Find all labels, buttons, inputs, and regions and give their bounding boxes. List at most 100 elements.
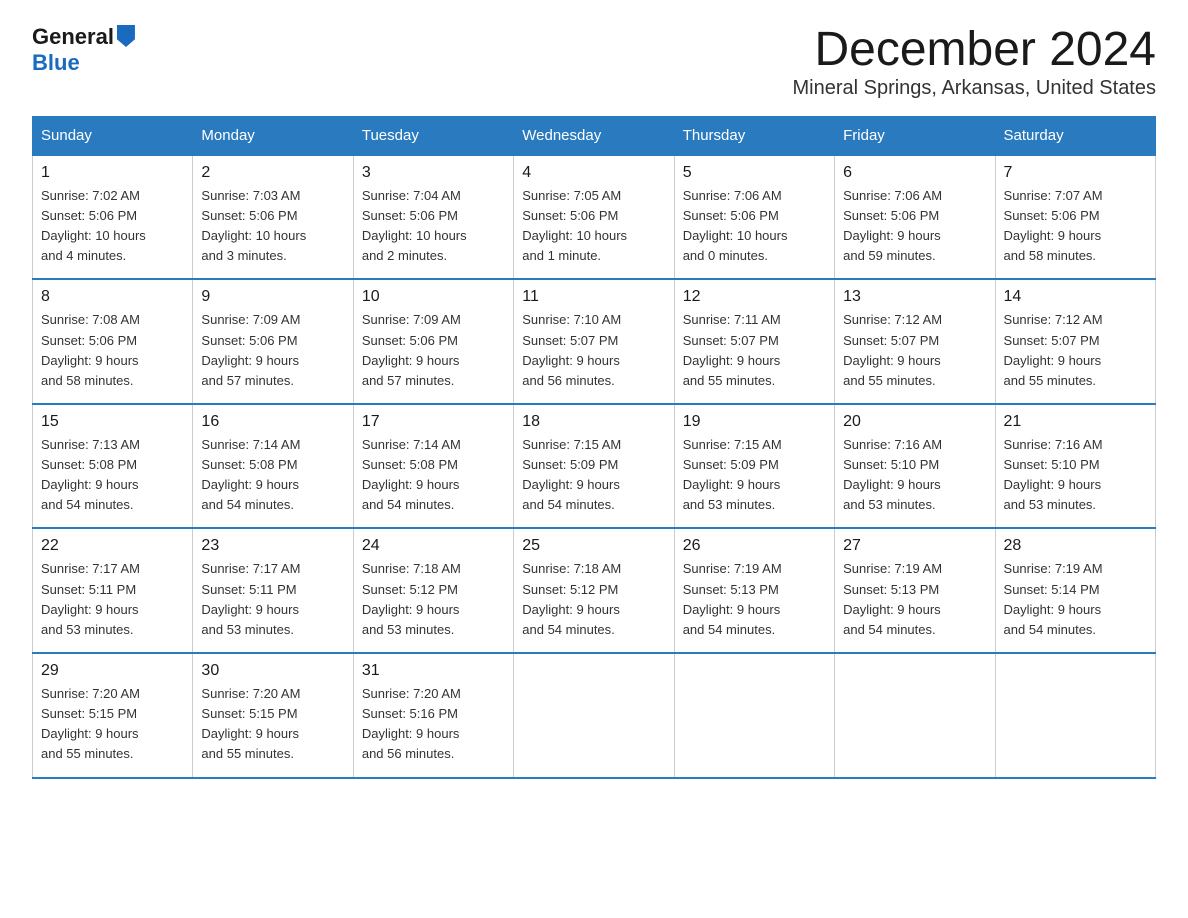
- calendar-day-cell: 14Sunrise: 7:12 AMSunset: 5:07 PMDayligh…: [995, 279, 1155, 404]
- day-info: Sunrise: 7:10 AMSunset: 5:07 PMDaylight:…: [522, 310, 665, 391]
- day-number: 25: [522, 537, 665, 555]
- day-info: Sunrise: 7:12 AMSunset: 5:07 PMDaylight:…: [1004, 310, 1147, 391]
- calendar-table: SundayMondayTuesdayWednesdayThursdayFrid…: [32, 116, 1156, 779]
- calendar-day-cell: 3 Sunrise: 7:04 AMSunset: 5:06 PMDaylight…: [353, 155, 513, 280]
- day-number: 16: [201, 413, 344, 431]
- calendar-day-cell: 1Sunrise: 7:02 AMSunset: 5:06 PMDaylight…: [33, 155, 193, 280]
- day-number: 13: [843, 288, 986, 306]
- header-right: December 2024 Mineral Springs, Arkansas,…: [792, 24, 1156, 100]
- calendar-day-cell: 10 Sunrise: 7:09 AMSunset: 5:06 PMDayligh…: [353, 279, 513, 404]
- logo: General Blue: [32, 24, 135, 76]
- day-info: Sunrise: 7:16 AMSunset: 5:10 PMDaylight:…: [1004, 435, 1147, 516]
- calendar-day-cell: 24 Sunrise: 7:18 AMSunset: 5:12 PMDayligh…: [353, 528, 513, 653]
- calendar-day-cell: 9 Sunrise: 7:09 AMSunset: 5:06 PMDaylight…: [193, 279, 353, 404]
- calendar-day-cell: 8 Sunrise: 7:08 AMSunset: 5:06 PMDaylight…: [33, 279, 193, 404]
- day-number: 9: [201, 288, 344, 306]
- calendar-header-row: SundayMondayTuesdayWednesdayThursdayFrid…: [33, 116, 1156, 155]
- day-number: 24: [362, 537, 505, 555]
- day-info: Sunrise: 7:17 AMSunset: 5:11 PMDaylight:…: [41, 559, 184, 640]
- day-info: Sunrise: 7:13 AMSunset: 5:08 PMDaylight:…: [41, 435, 184, 516]
- calendar-day-cell: 5 Sunrise: 7:06 AMSunset: 5:06 PMDaylight…: [674, 155, 834, 280]
- calendar-day-cell: 6 Sunrise: 7:06 AMSunset: 5:06 PMDaylight…: [835, 155, 995, 280]
- calendar-week-row: 29 Sunrise: 7:20 AMSunset: 5:15 PMDayligh…: [33, 653, 1156, 778]
- day-info: Sunrise: 7:20 AMSunset: 5:15 PMDaylight:…: [41, 684, 184, 765]
- day-info: Sunrise: 7:15 AMSunset: 5:09 PMDaylight:…: [683, 435, 826, 516]
- logo-general-text: General: [32, 24, 114, 50]
- day-info: Sunrise: 7:06 AMSunset: 5:06 PMDaylight:…: [683, 186, 826, 267]
- day-info: Sunrise: 7:19 AMSunset: 5:13 PMDaylight:…: [683, 559, 826, 640]
- day-info: Sunrise: 7:03 AMSunset: 5:06 PMDaylight:…: [201, 186, 344, 267]
- day-info: Sunrise: 7:14 AMSunset: 5:08 PMDaylight:…: [201, 435, 344, 516]
- day-number: 15: [41, 413, 184, 431]
- day-info: Sunrise: 7:17 AMSunset: 5:11 PMDaylight:…: [201, 559, 344, 640]
- calendar-day-cell: 13 Sunrise: 7:12 AMSunset: 5:07 PMDayligh…: [835, 279, 995, 404]
- calendar-day-cell: 28Sunrise: 7:19 AMSunset: 5:14 PMDayligh…: [995, 528, 1155, 653]
- day-number: 10: [362, 288, 505, 306]
- calendar-day-cell: 20 Sunrise: 7:16 AMSunset: 5:10 PMDayligh…: [835, 404, 995, 529]
- calendar-day-cell: 30 Sunrise: 7:20 AMSunset: 5:15 PMDayligh…: [193, 653, 353, 778]
- day-number: 12: [683, 288, 826, 306]
- day-number: 6: [843, 164, 986, 182]
- day-info: Sunrise: 7:20 AMSunset: 5:15 PMDaylight:…: [201, 684, 344, 765]
- day-info: Sunrise: 7:09 AMSunset: 5:06 PMDaylight:…: [201, 310, 344, 391]
- calendar-header-sunday: Sunday: [33, 116, 193, 155]
- calendar-header-thursday: Thursday: [674, 116, 834, 155]
- day-number: 30: [201, 662, 344, 680]
- day-info: Sunrise: 7:19 AMSunset: 5:13 PMDaylight:…: [843, 559, 986, 640]
- day-info: Sunrise: 7:18 AMSunset: 5:12 PMDaylight:…: [362, 559, 505, 640]
- day-info: Sunrise: 7:08 AMSunset: 5:06 PMDaylight:…: [41, 310, 184, 391]
- day-number: 29: [41, 662, 184, 680]
- calendar-day-cell: 4 Sunrise: 7:05 AMSunset: 5:06 PMDaylight…: [514, 155, 674, 280]
- day-number: 22: [41, 537, 184, 555]
- calendar-day-cell: 26 Sunrise: 7:19 AMSunset: 5:13 PMDayligh…: [674, 528, 834, 653]
- location-title: Mineral Springs, Arkansas, United States: [792, 77, 1156, 100]
- day-number: 11: [522, 288, 665, 306]
- day-number: 19: [683, 413, 826, 431]
- calendar-day-cell: [674, 653, 834, 778]
- calendar-day-cell: 25Sunrise: 7:18 AMSunset: 5:12 PMDayligh…: [514, 528, 674, 653]
- day-number: 31: [362, 662, 505, 680]
- calendar-day-cell: 7Sunrise: 7:07 AMSunset: 5:06 PMDaylight…: [995, 155, 1155, 280]
- day-info: Sunrise: 7:20 AMSunset: 5:16 PMDaylight:…: [362, 684, 505, 765]
- day-info: Sunrise: 7:06 AMSunset: 5:06 PMDaylight:…: [843, 186, 986, 267]
- calendar-day-cell: 29 Sunrise: 7:20 AMSunset: 5:15 PMDayligh…: [33, 653, 193, 778]
- calendar-day-cell: 16 Sunrise: 7:14 AMSunset: 5:08 PMDayligh…: [193, 404, 353, 529]
- calendar-day-cell: 23Sunrise: 7:17 AMSunset: 5:11 PMDayligh…: [193, 528, 353, 653]
- calendar-day-cell: 22 Sunrise: 7:17 AMSunset: 5:11 PMDayligh…: [33, 528, 193, 653]
- day-number: 20: [843, 413, 986, 431]
- day-number: 3: [362, 164, 505, 182]
- day-number: 18: [522, 413, 665, 431]
- day-info: Sunrise: 7:15 AMSunset: 5:09 PMDaylight:…: [522, 435, 665, 516]
- logo-blue-text: Blue: [32, 50, 80, 76]
- day-number: 28: [1004, 537, 1147, 555]
- day-info: Sunrise: 7:12 AMSunset: 5:07 PMDaylight:…: [843, 310, 986, 391]
- calendar-day-cell: 18 Sunrise: 7:15 AMSunset: 5:09 PMDayligh…: [514, 404, 674, 529]
- day-info: Sunrise: 7:09 AMSunset: 5:06 PMDaylight:…: [362, 310, 505, 391]
- day-info: Sunrise: 7:05 AMSunset: 5:06 PMDaylight:…: [522, 186, 665, 267]
- day-number: 4: [522, 164, 665, 182]
- calendar-week-row: 8 Sunrise: 7:08 AMSunset: 5:06 PMDaylight…: [33, 279, 1156, 404]
- calendar-week-row: 22 Sunrise: 7:17 AMSunset: 5:11 PMDayligh…: [33, 528, 1156, 653]
- calendar-week-row: 15 Sunrise: 7:13 AMSunset: 5:08 PMDayligh…: [33, 404, 1156, 529]
- calendar-day-cell: [835, 653, 995, 778]
- calendar-day-cell: 31 Sunrise: 7:20 AMSunset: 5:16 PMDayligh…: [353, 653, 513, 778]
- day-info: Sunrise: 7:04 AMSunset: 5:06 PMDaylight:…: [362, 186, 505, 267]
- day-number: 5: [683, 164, 826, 182]
- calendar-header-saturday: Saturday: [995, 116, 1155, 155]
- calendar-day-cell: 2 Sunrise: 7:03 AMSunset: 5:06 PMDaylight…: [193, 155, 353, 280]
- calendar-day-cell: 15 Sunrise: 7:13 AMSunset: 5:08 PMDayligh…: [33, 404, 193, 529]
- calendar-header-wednesday: Wednesday: [514, 116, 674, 155]
- day-number: 2: [201, 164, 344, 182]
- calendar-header-friday: Friday: [835, 116, 995, 155]
- day-info: Sunrise: 7:16 AMSunset: 5:10 PMDaylight:…: [843, 435, 986, 516]
- calendar-header-monday: Monday: [193, 116, 353, 155]
- calendar-day-cell: 12Sunrise: 7:11 AMSunset: 5:07 PMDayligh…: [674, 279, 834, 404]
- calendar-day-cell: [514, 653, 674, 778]
- day-number: 17: [362, 413, 505, 431]
- day-number: 8: [41, 288, 184, 306]
- day-number: 1: [41, 164, 184, 182]
- calendar-day-cell: 21 Sunrise: 7:16 AMSunset: 5:10 PMDayligh…: [995, 404, 1155, 529]
- day-number: 26: [683, 537, 826, 555]
- day-number: 21: [1004, 413, 1147, 431]
- calendar-day-cell: 27Sunrise: 7:19 AMSunset: 5:13 PMDayligh…: [835, 528, 995, 653]
